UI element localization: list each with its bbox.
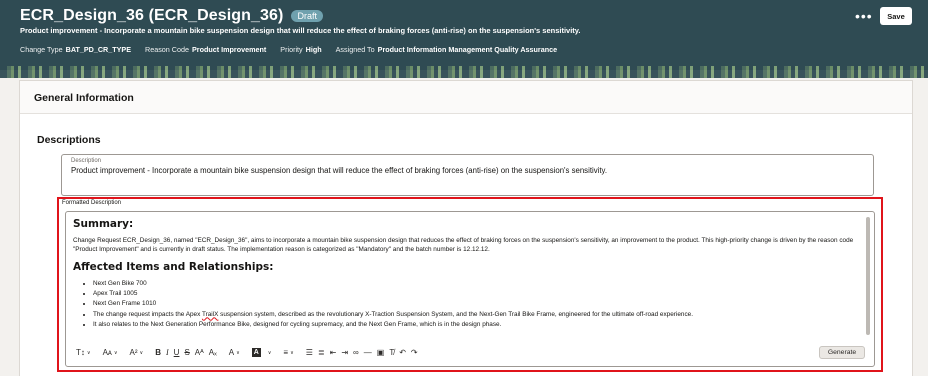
list-item: The change request impacts the Apex Trai… [93,310,863,320]
superscript-glyph: A² [129,347,138,357]
meta-change-type: Change Type BAT_PD_CR_TYPE [20,45,131,54]
highlight-color-icon[interactable]: A ∨ [251,348,272,358]
description-label: Description [71,158,102,164]
redo-icon[interactable]: ↷ [411,348,418,358]
link-icon[interactable]: ∞ [353,348,359,358]
meta-priority: Priority High [280,45,321,54]
affected-items-list: Next Gen Bike 700 Apex Trail 1005 Next G… [93,279,863,330]
meta-value: BAT_PD_CR_TYPE [65,45,132,54]
font-size-glyph: Aᴀ [102,347,112,357]
description-field[interactable]: Description Product improvement - Incorp… [61,154,874,196]
list-item: Next Gen Bike 700 [93,279,863,289]
meta-value: Product Information Management Quality A… [377,45,558,54]
bulleted-list-icon[interactable]: ☰ [306,348,313,358]
list-item: Apex Trail 1005 [93,289,863,299]
meta-reason-code: Reason Code Product Improvement [145,45,266,54]
save-button[interactable]: Save [880,7,912,25]
align-icon[interactable]: ≡ ∨ [283,348,293,358]
chevron-down-icon: ∨ [113,349,118,356]
meta-label: Reason Code [145,45,189,54]
summary-text: Change Request ECR_Design_36, named "ECR… [73,237,854,253]
generate-button[interactable]: Generate [819,346,865,359]
meta-label: Priority [280,45,303,54]
formatted-description-highlight: Formatted Description Summary: Change Re… [57,197,883,372]
font-color-glyph: A [228,347,235,357]
numbered-list-icon[interactable]: ≣ [318,348,325,358]
horizontal-rule-icon[interactable]: — [364,348,372,358]
meta-label: Change Type [20,45,63,54]
editor-scrollbar[interactable] [866,217,870,335]
general-information-card: General Information Descriptions Descrip… [19,80,913,376]
font-size-icon[interactable]: Aᴀ ∨ [103,348,118,358]
meta-assigned-to: Assigned To Product Information Managemen… [336,45,557,54]
font-color-icon[interactable]: A ∨ [229,348,240,358]
format-glyph: T↕ [76,347,85,357]
page-subtitle: Product improvement - Incorporate a moun… [20,26,581,35]
more-actions-icon[interactable]: ••• [855,8,873,24]
chevron-down-icon: ∨ [267,349,272,356]
uppercase-icon[interactable]: Aᴬ [195,348,204,358]
chevron-down-icon: ∨ [236,349,240,356]
italic-icon[interactable]: I [166,348,169,358]
affected-items-heading: Affected Items and Relationships: [73,261,274,273]
lowercase-icon[interactable]: Aₓ [209,348,217,358]
list-item: It also relates to the Next Generation P… [93,320,863,330]
rich-text-editor[interactable]: Summary: Change Request ECR_Design_36, n… [65,211,875,367]
description-value[interactable]: Product improvement - Incorporate a moun… [71,166,607,175]
impact-prefix: The change request impacts the Apex [93,310,202,318]
paragraph-format-icon[interactable]: T↕ ∨ [76,348,91,358]
status-badge: Draft [291,10,323,22]
summary-heading: Summary: [73,218,134,230]
align-glyph: ≡ [283,347,289,357]
embed-icon[interactable]: ▣ [377,348,385,358]
superscript-icon[interactable]: A² ∨ [130,348,144,358]
impact-suffix: suspension system, described as the revo… [218,310,693,318]
strikethrough-icon[interactable]: S [184,348,189,358]
editor-toolbar: T↕ ∨ Aᴀ ∨ A² ∨ B I U S Aᴬ Aₓ A ∨ A ∨ ≡ ∨ ☰ ≣ ⇤… [66,341,874,364]
page-header: ECR_Design_36 (ECR_Design_36) Draft Prod… [0,0,928,70]
highlight-glyph: A [251,348,261,357]
formatted-description-label: Formatted Description [62,200,122,206]
undo-icon[interactable]: ↶ [399,348,406,358]
card-title: General Information [34,92,134,104]
header-meta: Change Type BAT_PD_CR_TYPE Reason Code Pro… [20,45,557,54]
misspelled-word: TrailX [201,310,219,318]
outdent-icon[interactable]: ⇤ [330,348,337,358]
chevron-down-icon: ∨ [290,349,294,356]
underline-icon[interactable]: U [174,348,180,358]
chevron-down-icon: ∨ [86,349,91,356]
title-row: ECR_Design_36 (ECR_Design_36) Draft [20,7,323,25]
header-decorative-band [0,66,928,78]
chevron-down-icon: ∨ [139,349,144,356]
meta-value: High [305,45,322,54]
bold-icon[interactable]: B [155,348,161,358]
meta-value: Product Improvement [191,45,267,54]
card-header: General Information [20,81,912,114]
editor-content[interactable]: Summary: Change Request ECR_Design_36, n… [73,218,863,330]
clear-formatting-icon[interactable]: T̸ [389,348,394,358]
list-item: Next Gen Frame 1010 [93,299,863,309]
meta-label: Assigned To [335,45,375,54]
page-title: ECR_Design_36 (ECR_Design_36) [20,7,284,24]
descriptions-section-title: Descriptions [37,134,101,146]
indent-icon[interactable]: ⇥ [341,348,348,358]
